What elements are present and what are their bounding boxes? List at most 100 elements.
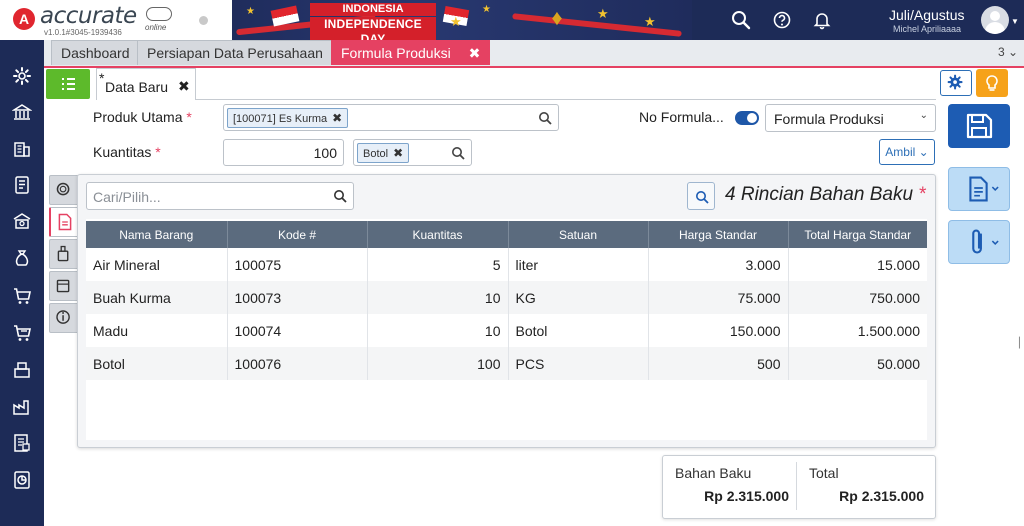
cell-harga-standar: 75.000 bbox=[648, 281, 789, 314]
document-options-button[interactable] bbox=[948, 167, 1010, 211]
selected-unit-chip[interactable]: Botol ✖ bbox=[357, 143, 410, 163]
user-period[interactable]: Juli/Agustus bbox=[889, 7, 964, 23]
column-header[interactable]: Satuan bbox=[508, 221, 649, 248]
cloud-icon bbox=[146, 7, 172, 21]
toggle-knob bbox=[747, 113, 757, 123]
selected-value: Formula Produksi bbox=[774, 111, 884, 127]
inventory-icon[interactable] bbox=[12, 360, 32, 380]
calendar-icon bbox=[56, 279, 70, 293]
tab-formula-produksi[interactable]: Formula Produksi ✖ bbox=[331, 40, 491, 65]
cell-total-harga: 50.000 bbox=[788, 347, 927, 380]
tab-coin[interactable] bbox=[49, 175, 79, 205]
company-icon[interactable] bbox=[12, 139, 32, 159]
rincian-bahan-baku-panel: Cari/Pilih... 4 Rincian Bahan Baku * Nam… bbox=[77, 174, 936, 448]
cell-kuantitas: 100 bbox=[367, 347, 509, 380]
table-row[interactable]: Air Mineral 100075 5 liter 3.000 15.000 bbox=[86, 248, 927, 281]
search-icon[interactable] bbox=[333, 189, 347, 203]
shopping-cart-icon[interactable] bbox=[12, 286, 32, 306]
column-header[interactable]: Kode # bbox=[227, 221, 368, 248]
list-view-button[interactable] bbox=[46, 69, 90, 99]
avatar-head bbox=[990, 11, 1000, 21]
garuda-icon: ♦ bbox=[551, 5, 563, 30]
search-icon[interactable] bbox=[451, 146, 465, 160]
tab-label: Formula Produksi bbox=[341, 45, 451, 61]
kuantitas-value: 100 bbox=[313, 145, 337, 161]
settings-gear-icon[interactable] bbox=[12, 66, 32, 86]
institution-icon[interactable] bbox=[12, 211, 32, 231]
selected-product-chip[interactable]: [100071] Es Kurma ✖ bbox=[227, 108, 349, 128]
status-dot-icon bbox=[199, 16, 208, 25]
unsaved-indicator: * bbox=[99, 70, 105, 86]
formula-type-select[interactable]: Formula Produksi ⌄ bbox=[765, 104, 936, 132]
tab-persiapan-data-perusahaan[interactable]: Persiapan Data Perusahaan bbox=[137, 40, 333, 65]
help-icon[interactable] bbox=[772, 10, 792, 30]
cell-satuan: KG bbox=[508, 281, 649, 314]
produk-utama-field[interactable]: [100071] Es Kurma ✖ bbox=[223, 104, 559, 131]
table-row[interactable]: Botol 100076 100 PCS 500 50.000 bbox=[86, 347, 927, 380]
produk-utama-label: Produk Utama * bbox=[93, 109, 192, 125]
detail-search-button[interactable] bbox=[687, 182, 715, 210]
bank-building-icon[interactable] bbox=[12, 102, 32, 122]
tab-dashboard[interactable]: Dashboard bbox=[51, 40, 140, 65]
tab-count-dropdown[interactable]: 3 ⌄ bbox=[998, 45, 1018, 59]
column-header[interactable]: Harga Standar bbox=[648, 221, 789, 248]
cell-satuan: PCS bbox=[508, 347, 649, 380]
save-button[interactable] bbox=[948, 104, 1010, 148]
star-icon: ★ bbox=[597, 6, 609, 21]
form-settings-button[interactable] bbox=[940, 70, 972, 96]
tips-button[interactable] bbox=[976, 69, 1008, 97]
attachment-button[interactable] bbox=[948, 220, 1010, 264]
required-mark: * bbox=[186, 109, 192, 125]
sales-cart-icon[interactable] bbox=[12, 323, 32, 343]
tab-calendar[interactable] bbox=[49, 271, 79, 301]
star-icon: ★ bbox=[482, 4, 491, 15]
user-name[interactable]: Michel Apriliaaaa bbox=[893, 24, 961, 34]
document-list-icon[interactable] bbox=[12, 175, 32, 195]
tab-label: Data Baru bbox=[105, 79, 169, 95]
paperclip-icon bbox=[972, 229, 999, 254]
table-row[interactable]: Madu 100074 10 Botol 150.000 1.500.000 bbox=[86, 314, 927, 347]
search-icon[interactable] bbox=[731, 10, 751, 30]
cell-harga-standar: 150.000 bbox=[648, 314, 789, 347]
tab-info[interactable] bbox=[49, 303, 79, 333]
tab-divider bbox=[196, 99, 936, 100]
app-logo[interactable]: A accurate online v1.0.1#3045-1939436 bbox=[0, 0, 232, 40]
banner-title: INDONESIA INDEPENDENCE DAY bbox=[310, 3, 436, 40]
search-icon bbox=[696, 191, 709, 204]
tab-data-baru[interactable]: * Data Baru ✖ bbox=[96, 68, 196, 100]
close-icon[interactable]: ✖ bbox=[178, 78, 190, 95]
scroll-handle-icon[interactable]: ▏ bbox=[1019, 338, 1024, 349]
ambil-button[interactable]: Ambil ⌄ bbox=[879, 139, 935, 165]
column-header[interactable]: Total Harga Standar bbox=[788, 221, 927, 248]
cell-kode: 100074 bbox=[227, 314, 368, 347]
tab-materials[interactable] bbox=[49, 239, 79, 269]
column-header[interactable]: Nama Barang bbox=[86, 221, 228, 248]
tab-label: Dashboard bbox=[61, 45, 130, 61]
chip-label: Botol bbox=[363, 148, 389, 160]
coin-icon bbox=[56, 182, 70, 196]
report-chart-icon[interactable] bbox=[12, 470, 32, 490]
search-icon[interactable] bbox=[538, 111, 552, 125]
column-header[interactable]: Kuantitas bbox=[367, 221, 509, 248]
app-version: v1.0.1#3045-1939436 bbox=[44, 28, 122, 37]
remove-chip-icon[interactable]: ✖ bbox=[332, 111, 342, 125]
table-row[interactable]: Buah Kurma 100073 10 KG 75.000 750.000 bbox=[86, 281, 927, 314]
chevron-down-icon: ⌄ bbox=[919, 110, 928, 121]
list-icon bbox=[62, 78, 75, 90]
unit-field[interactable]: Botol ✖ bbox=[353, 139, 472, 166]
item-search-input[interactable]: Cari/Pilih... bbox=[86, 182, 354, 210]
grand-total-value: Rp 2.315.000 bbox=[839, 488, 924, 504]
tab-label: Persiapan Data Perusahaan bbox=[147, 45, 323, 61]
cell-satuan: Botol bbox=[508, 314, 649, 347]
avatar[interactable] bbox=[981, 6, 1009, 34]
close-icon[interactable]: ✖ bbox=[469, 45, 481, 61]
tax-report-icon[interactable] bbox=[12, 433, 32, 453]
tab-details[interactable] bbox=[49, 207, 79, 237]
kuantitas-input[interactable]: 100 bbox=[223, 139, 344, 166]
factory-icon[interactable] bbox=[12, 397, 32, 417]
remove-chip-icon[interactable]: ✖ bbox=[393, 146, 403, 160]
money-bag-icon[interactable] bbox=[12, 248, 32, 268]
chevron-down-icon[interactable]: ▼ bbox=[1011, 17, 1019, 26]
notification-bell-icon[interactable] bbox=[812, 10, 832, 30]
no-formula-toggle[interactable] bbox=[735, 111, 759, 125]
